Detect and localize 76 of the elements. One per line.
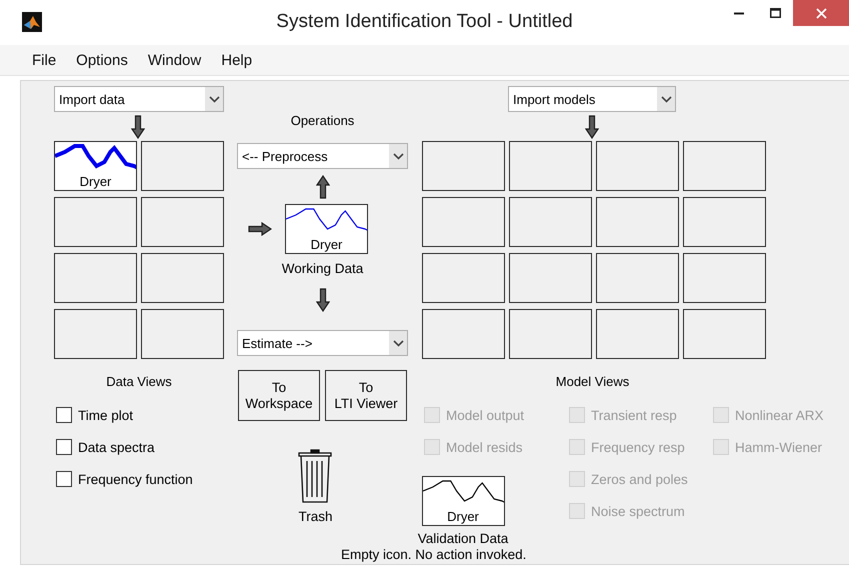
empty-slot[interactable]	[509, 309, 592, 359]
data-icon[interactable]: Dryer	[285, 204, 368, 254]
empty-slot[interactable]	[509, 197, 592, 247]
empty-slot[interactable]	[422, 309, 505, 359]
import-models-dropdown[interactable]: Import models	[508, 86, 676, 112]
checkbox-label: Model resids	[446, 440, 523, 454]
menu-item[interactable]: Options	[66, 52, 138, 68]
trash-label: Trash	[298, 509, 332, 524]
checkbox-label: Noise spectrum	[591, 504, 685, 518]
checkbox-label: Frequency function	[78, 472, 193, 486]
data-label: Dryer	[310, 237, 342, 253]
empty-slot[interactable]	[596, 141, 679, 191]
app-logo-icon	[22, 12, 42, 32]
empty-slot[interactable]	[54, 253, 137, 303]
empty-slot[interactable]	[141, 253, 224, 303]
chevron-icon	[660, 96, 672, 102]
chevron-icon	[392, 152, 404, 160]
empty-slot[interactable]	[683, 309, 766, 359]
data-icon[interactable]: Dryer	[422, 476, 504, 526]
menu-item[interactable]: File	[22, 52, 66, 68]
close-button[interactable]	[793, 0, 849, 26]
down-arrow-icon	[585, 115, 599, 139]
up-arrow-icon	[316, 175, 330, 199]
chevron-icon	[208, 96, 220, 102]
empty-slot[interactable]	[596, 197, 679, 247]
checkbox[interactable]	[56, 439, 72, 455]
minimize-icon	[734, 12, 744, 14]
section-title: Data Views	[105, 374, 173, 389]
status-message: Empty icon. No action invoked.	[341, 547, 526, 562]
checkbox-label: Data spectra	[78, 440, 155, 454]
empty-slot[interactable]	[54, 197, 137, 247]
data-label: Dryer	[447, 509, 479, 525]
checkbox-label: Zeros and poles	[591, 472, 688, 486]
checkbox-label: Time plot	[78, 408, 134, 422]
checkbox-label: Nonlinear ARX	[735, 408, 824, 422]
section-title: Operations	[290, 113, 354, 128]
checkbox[interactable]	[56, 471, 72, 487]
empty-slot[interactable]	[596, 309, 679, 359]
window-title: System Identification Tool - Untitled	[276, 11, 573, 32]
empty-slot[interactable]	[422, 253, 505, 303]
menu-item[interactable]: Window	[138, 52, 212, 68]
tile-caption: Validation Data	[418, 531, 508, 546]
checkbox[interactable]	[56, 407, 72, 423]
maximize-icon	[770, 8, 780, 18]
down-arrow-icon	[131, 115, 145, 139]
checkbox-label: Frequency resp	[591, 440, 685, 454]
checkbox-label: Model output	[446, 408, 524, 422]
right-arrow-icon	[248, 222, 272, 236]
empty-slot[interactable]	[683, 197, 766, 247]
data-label: Dryer	[80, 174, 112, 190]
action-button[interactable]: To Workspace	[238, 370, 320, 421]
preprocess-dropdown[interactable]: <-- Preprocess	[237, 143, 408, 169]
down-arrow-icon	[316, 288, 330, 312]
import-data-dropdown[interactable]: Import data	[54, 86, 224, 112]
estimate-dropdown[interactable]: Estimate -->	[237, 330, 408, 356]
tile-caption: Working Data	[282, 261, 364, 276]
trash-icon[interactable]	[298, 449, 332, 503]
close-icon	[816, 8, 826, 18]
empty-slot[interactable]	[683, 253, 766, 303]
chevron-icon	[392, 340, 404, 346]
empty-slot[interactable]	[141, 197, 224, 247]
checkbox-label: Transient resp	[591, 408, 677, 422]
data-icon[interactable]: Dryer	[54, 141, 137, 191]
empty-slot[interactable]	[422, 141, 505, 191]
empty-slot[interactable]	[509, 141, 592, 191]
empty-slot[interactable]	[596, 253, 679, 303]
empty-slot[interactable]	[54, 309, 137, 359]
section-title: Model Views	[554, 374, 630, 389]
empty-slot[interactable]	[422, 197, 505, 247]
empty-slot[interactable]	[683, 141, 766, 191]
checkbox-label: Hamm-Wiener	[735, 440, 822, 454]
empty-slot[interactable]	[141, 141, 224, 191]
empty-slot[interactable]	[141, 309, 224, 359]
menu-item[interactable]: Help	[211, 52, 262, 68]
empty-slot[interactable]	[509, 253, 592, 303]
action-button[interactable]: To LTI Viewer	[325, 370, 407, 421]
